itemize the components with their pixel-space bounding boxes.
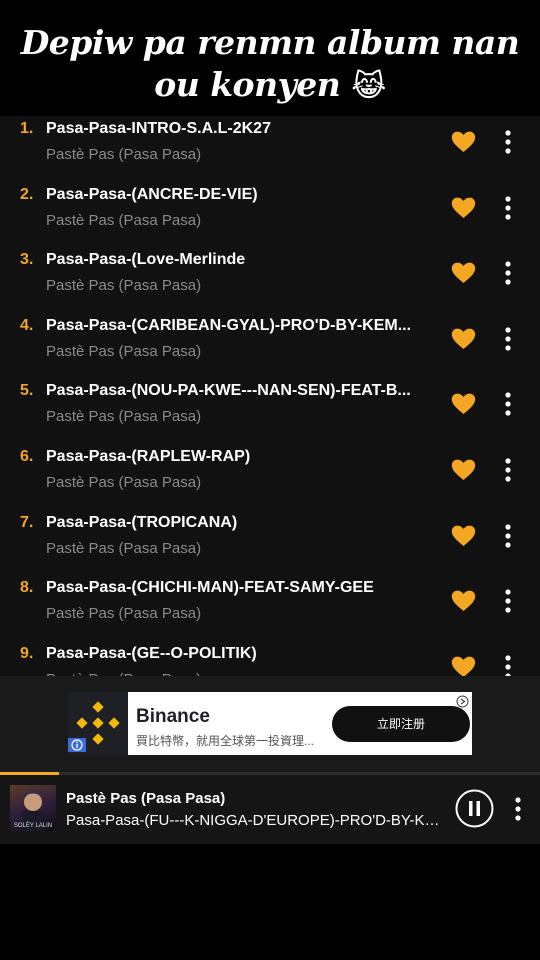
track-artist: Pastè Pas (Pasa Pasa)	[46, 277, 202, 295]
track-number: 9.	[20, 644, 34, 662]
track-artist: Pastè Pas (Pasa Pasa)	[46, 408, 202, 426]
favorite-heart-icon[interactable]	[451, 656, 476, 676]
now-playing-title: Pasa-Pasa-(FU---K-NIGGA-D'EUROPE)-PRO'D-…	[66, 812, 446, 829]
track-artist: Pastè Pas (Pasa Pasa)	[46, 146, 202, 163]
binance-ad[interactable]: Binance 買比特幣，就用全球第一投資理... 立即注册	[68, 692, 472, 755]
more-options-icon[interactable]	[498, 259, 518, 287]
cover-text: SOLÈY LALIN	[13, 823, 53, 829]
favorite-heart-icon[interactable]	[451, 131, 476, 153]
track-number: 5.	[20, 382, 34, 400]
caption-line-1: Depiw pa renmn album nan	[20, 23, 520, 62]
track-number: 6.	[20, 448, 34, 465]
track-title: Pasa-Pasa-(RAPLEW-RAP)	[46, 448, 251, 465]
track-number: 8.	[20, 579, 34, 597]
track-number: 4.	[20, 316, 34, 334]
more-options-icon[interactable]	[498, 325, 518, 353]
track-title: Pasa-Pasa-(CARIBEAN-GYAL)-PRO'D-BY-KEM..…	[46, 316, 412, 334]
favorite-heart-icon[interactable]	[451, 525, 476, 547]
track-artist: Pastè Pas (Pasa Pasa)	[46, 539, 202, 557]
more-options-icon[interactable]	[498, 653, 518, 676]
ad-info-icon[interactable]	[68, 738, 86, 752]
progress-fill	[0, 772, 60, 775]
track-title: Pasa-Pasa-(GE--O-POLITIK)	[46, 644, 257, 662]
ad-brand-name: Binance	[136, 706, 210, 727]
laughing-cat-emoji: 😹	[351, 69, 386, 104]
story-caption: Depiw pa renmn album nan ou konyen 😹	[0, 22, 540, 108]
track-row[interactable]: 4. Pasa-Pasa-(CARIBEAN-GYAL)-PRO'D-BY-KEM…	[0, 315, 540, 381]
ad-banner-area: Binance 買比特幣，就用全球第一投資理... 立即注册	[0, 676, 540, 772]
track-number: 2.	[20, 185, 34, 203]
caption-line-2: ou konyen 😹	[0, 64, 540, 108]
favorite-heart-icon[interactable]	[451, 590, 476, 612]
favorite-heart-icon[interactable]	[451, 393, 476, 415]
more-vertical-icon	[515, 797, 521, 821]
track-row[interactable]: 2. Pasa-Pasa-(ANCRE-DE-VIE) Pastè Pas (Pas…	[0, 184, 540, 250]
adchoices-icon[interactable]	[456, 695, 469, 708]
track-title: Pasa-Pasa-INTRO-S.A.L-2K27	[46, 120, 271, 137]
caption-line-2-text: ou konyen	[154, 65, 341, 104]
favorite-heart-icon[interactable]	[451, 459, 476, 481]
ad-description: 買比特幣，就用全球第一投資理...	[136, 734, 315, 748]
track-number: 7.	[20, 513, 34, 531]
pause-button[interactable]	[455, 789, 494, 828]
track-row[interactable]: 3. Pasa-Pasa-(Love-Merlinde Pastè Pas (Pas…	[0, 249, 540, 315]
more-options-icon[interactable]	[498, 390, 518, 418]
more-options-icon[interactable]	[498, 128, 518, 156]
favorite-heart-icon[interactable]	[451, 197, 476, 219]
pause-icon	[455, 789, 494, 828]
empty-area	[0, 844, 540, 960]
track-list: 1. Pasa-Pasa-INTRO-S.A.L-2K27 Pastè Pas (P…	[0, 116, 540, 676]
track-title: Pasa-Pasa-(NOU-PA-KWE---NAN-SEN)-FEAT-B.…	[46, 382, 411, 400]
track-title: Pasa-Pasa-(CHICHI-MAN)-FEAT-SAMY-GEE	[46, 579, 374, 597]
track-row[interactable]: 5. Pasa-Pasa-(NOU-PA-KWE---NAN-SEN)-FEAT-…	[0, 380, 540, 446]
track-row[interactable]: 6. Pasa-Pasa-(RAPLEW-RAP) Pastè Pas (Pasa …	[0, 446, 540, 512]
track-row[interactable]: 9.Pasa-Pasa-(GE--O-POLITIK)Pastè Pas (Pa…	[0, 643, 540, 676]
now-playing-artist: Pastè Pas (Pasa Pasa)	[66, 790, 226, 807]
now-playing-more-button[interactable]	[508, 795, 528, 823]
track-title: Pasa-Pasa-(Love-Merlinde	[46, 251, 246, 269]
track-number: 3.	[20, 251, 34, 269]
more-options-icon[interactable]	[498, 456, 518, 484]
track-row[interactable]: 8. Pasa-Pasa-(CHICHI-MAN)-FEAT-SAMY-GEE Pa…	[0, 577, 540, 643]
album-cover[interactable]: SOLÈY LALIN	[10, 785, 56, 831]
track-row[interactable]: 1. Pasa-Pasa-INTRO-S.A.L-2K27 Pastè Pas (P…	[0, 118, 540, 184]
favorite-heart-icon[interactable]	[451, 328, 476, 350]
more-options-icon[interactable]	[498, 194, 518, 222]
ad-register-button[interactable]: 立即注册	[332, 706, 470, 742]
more-options-icon[interactable]	[498, 522, 518, 550]
track-artist: Pastè Pas (Pasa Pasa)	[46, 474, 202, 491]
progress-track[interactable]	[0, 772, 540, 775]
track-artist: Pastè Pas (Pasa Pasa)	[46, 605, 202, 623]
track-artist: Pastè Pas (Pasa Pasa)	[46, 342, 202, 360]
now-playing-bar[interactable]: SOLÈY LALIN Pastè Pas (Pasa Pasa) Pasa-P…	[0, 772, 540, 844]
track-title: Pasa-Pasa-(ANCRE-DE-VIE)	[46, 185, 258, 203]
track-title: Pasa-Pasa-(TROPICANA)	[46, 513, 238, 531]
track-artist: Pastè Pas (Pasa Pasa)	[46, 211, 202, 229]
more-options-icon[interactable]	[498, 587, 518, 615]
track-number: 1.	[20, 120, 34, 137]
track-row[interactable]: 7. Pasa-Pasa-(TROPICANA) Pastè Pas (Pasa P…	[0, 512, 540, 578]
favorite-heart-icon[interactable]	[451, 262, 476, 284]
